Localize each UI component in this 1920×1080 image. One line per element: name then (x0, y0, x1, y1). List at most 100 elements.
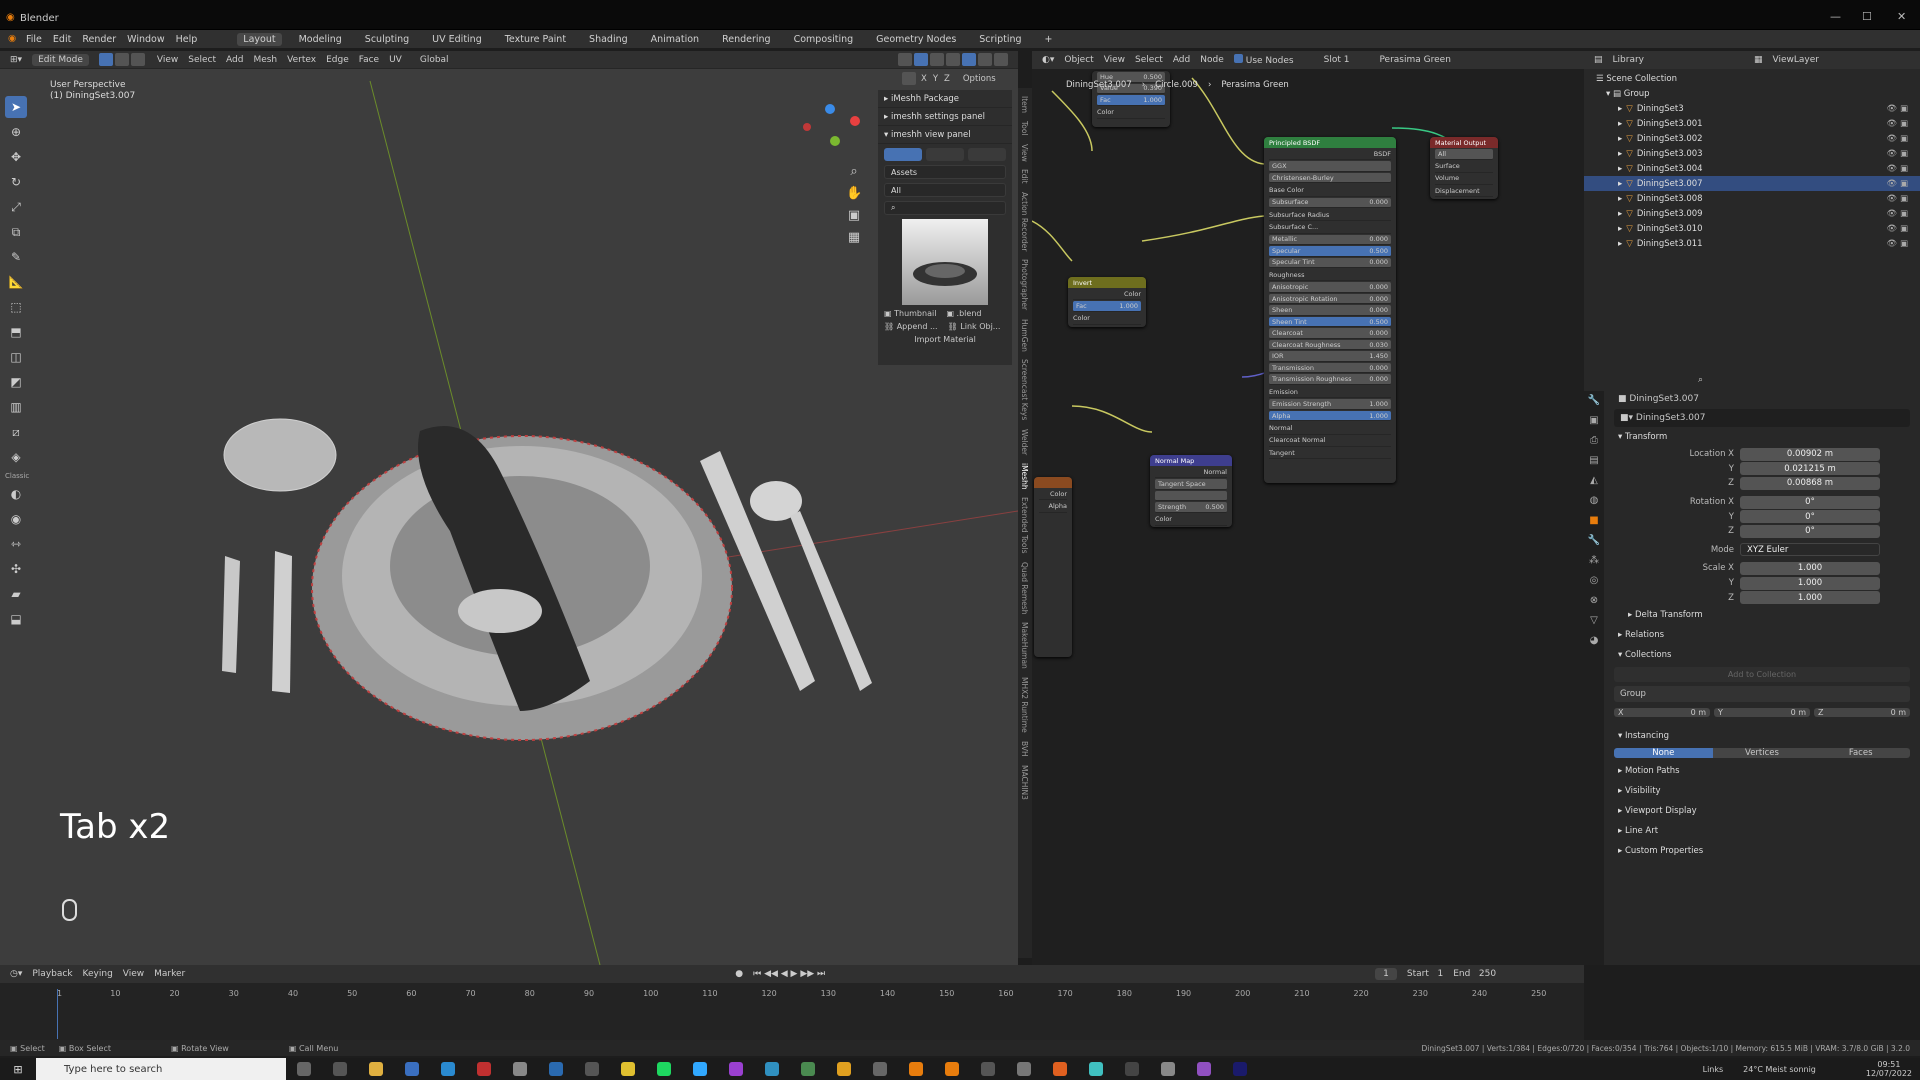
orientation-select[interactable]: Global (420, 55, 449, 65)
asset-search-input[interactable]: ⌕ (884, 201, 1006, 215)
shading-render-icon[interactable] (994, 53, 1008, 66)
overlay-toggle-icon[interactable] (914, 53, 928, 66)
scale-z-field[interactable]: 1.000 (1740, 591, 1880, 605)
outliner-item[interactable]: ▸ ▽ DiningSet3.003 👁 ▣ (1584, 146, 1920, 161)
bsdf-input-row[interactable]: Specular 0.500 (1269, 246, 1391, 257)
invert-node[interactable]: Invert Color Fac 1.000 Color (1068, 277, 1146, 327)
breadcrumb-material[interactable]: Perasima Green (1221, 80, 1288, 90)
rotate-tool-icon[interactable]: ↻ (5, 171, 27, 193)
bsdf-input-row[interactable]: IOR 1.450 (1269, 351, 1391, 362)
axis-y-toggle[interactable]: Y (933, 74, 938, 84)
visibility-eye-icon[interactable]: 👁 ▣ (1886, 194, 1908, 204)
grid-icon[interactable]: ▦ (846, 227, 862, 249)
unreal-icon[interactable] (1017, 1062, 1031, 1076)
pdf-icon[interactable] (477, 1062, 491, 1076)
blender-taskbar-icon[interactable] (909, 1062, 923, 1076)
face-select-icon[interactable] (130, 53, 145, 66)
measure-tool-icon[interactable]: 📐 (5, 271, 27, 293)
tab-machin3[interactable]: MACHIN3 (1020, 765, 1029, 800)
scene-collection-row[interactable]: ☰ Scene Collection (1584, 71, 1920, 86)
loopcut-tool-icon[interactable]: ▥ (5, 396, 27, 418)
axis-x-toggle[interactable]: X (921, 74, 927, 84)
subsurface-method-dropdown[interactable]: Christensen-Burley (1269, 172, 1391, 184)
models-tab-icon[interactable] (884, 148, 922, 161)
cortana-icon[interactable] (297, 1062, 311, 1076)
tab-screencast-keys[interactable]: Screencast Keys (1020, 359, 1029, 420)
menu-edge[interactable]: Edge (326, 55, 349, 65)
location-x-field[interactable]: 0.00902 m (1740, 447, 1880, 461)
obs-icon[interactable] (1197, 1062, 1211, 1076)
principled-bsdf-node[interactable]: Principled BSDF BSDF GGX Christensen-Bur… (1264, 137, 1396, 483)
render-props-icon[interactable]: ▣ (1584, 411, 1604, 431)
tab-geometry-nodes[interactable]: Geometry Nodes (870, 33, 962, 46)
pan-hand-icon[interactable]: ✋ (846, 183, 862, 205)
app-icon-4[interactable] (765, 1062, 779, 1076)
menu-uv[interactable]: UV (389, 55, 402, 65)
visibility-eye-icon[interactable]: 👁 ▣ (1886, 164, 1908, 174)
timeline-view-menu[interactable]: View (123, 969, 144, 979)
principled-bsdf-header[interactable]: Principled BSDF (1264, 137, 1396, 148)
blend-button[interactable]: ▣ .blend (946, 309, 981, 318)
uv-map-field[interactable] (1155, 490, 1227, 502)
menu-face[interactable]: Face (359, 55, 379, 65)
tab-action-recorder[interactable]: Action Recorder (1020, 192, 1029, 251)
tab-extended-tools[interactable]: Extended Tools (1020, 497, 1029, 553)
physics-props-icon[interactable]: ◎ (1584, 571, 1604, 591)
tab-edit[interactable]: Edit (1020, 169, 1029, 184)
normal-map-header[interactable]: Normal Map (1150, 455, 1232, 466)
current-frame-field[interactable]: 1 (1375, 968, 1397, 980)
clock[interactable]: 09:51 12/07/2022 (1866, 1060, 1912, 1078)
scale-tool-icon[interactable]: ⤢ (5, 196, 27, 218)
tab-photographer[interactable]: Photographer (1020, 259, 1029, 310)
delta-transform-section[interactable]: ▸ Delta Transform (1608, 605, 1916, 625)
data-props-icon[interactable]: ▽ (1584, 611, 1604, 631)
app-icon-7[interactable] (873, 1062, 887, 1076)
strength-field[interactable]: Strength 0.500 (1155, 502, 1227, 513)
shrink-tool-icon[interactable]: ✣ (5, 558, 27, 580)
tab-texture-paint[interactable]: Texture Paint (499, 33, 572, 46)
app-icon-2[interactable] (585, 1062, 599, 1076)
tab-view[interactable]: View (1020, 144, 1029, 162)
menu-view[interactable]: View (157, 55, 178, 65)
image-texture-header[interactable] (1034, 477, 1072, 488)
bsdf-input-row[interactable]: Subsurface 0.000 (1269, 197, 1391, 209)
thumbnail-button[interactable]: ▣ Thumbnail (884, 309, 936, 318)
playback-controls[interactable]: ⏮ ◀◀ ◀ ▶ ▶▶ ⏭ (753, 969, 825, 979)
world-props-icon[interactable]: ◍ (1584, 491, 1604, 511)
visibility-eye-icon[interactable]: 👁 ▣ (1886, 104, 1908, 114)
breadcrumb-mesh[interactable]: Circle.009 (1155, 80, 1198, 90)
add-cube-tool-icon[interactable]: ⬚ (5, 296, 27, 318)
imeshh-package-header[interactable]: ▸ iMeshh Package (878, 90, 1012, 108)
vlc-icon[interactable] (1053, 1062, 1067, 1076)
tab-rendering[interactable]: Rendering (716, 33, 777, 46)
shader-type-select[interactable]: Object (1064, 55, 1093, 65)
mode-select[interactable]: Edit Mode (32, 53, 89, 66)
distribution-dropdown[interactable]: GGX (1269, 161, 1391, 172)
app-icon-9[interactable] (1089, 1062, 1103, 1076)
bsdf-input-row[interactable]: Metallic 0.000 (1269, 234, 1391, 246)
collection-name-field[interactable]: Group (1614, 685, 1910, 702)
library-icon[interactable]: ▤ (1594, 55, 1603, 65)
bsdf-input-row[interactable]: Emission Strength 1.000 (1269, 399, 1391, 410)
blender-menu-icon[interactable]: ◉ (8, 33, 16, 44)
visibility-eye-icon[interactable]: 👁 ▣ (1886, 149, 1908, 159)
object-props-icon[interactable]: ■ (1584, 511, 1604, 531)
add-workspace-button[interactable]: + (1039, 33, 1059, 46)
collection-offset-y[interactable]: Y0 m (1714, 708, 1810, 718)
mail-icon[interactable] (441, 1062, 455, 1076)
app-icon-10[interactable] (1125, 1062, 1139, 1076)
end-frame-field[interactable]: End 250 (1453, 969, 1496, 979)
rotation-y-field[interactable]: 0° (1740, 510, 1880, 524)
location-y-field[interactable]: 0.021215 m (1740, 462, 1880, 476)
tab-imeshh[interactable]: iMeshh (1020, 463, 1029, 490)
3d-viewport[interactable]: User Perspective (1) DiningSet3.007 Tab … (0, 51, 1018, 965)
tab-makehuman[interactable]: MakeHuman (1020, 622, 1029, 669)
assets-dropdown[interactable]: Assets (884, 165, 1006, 179)
xray-toggle-icon[interactable] (930, 53, 944, 66)
tab-layout[interactable]: Layout (237, 32, 282, 46)
bsdf-input-row[interactable]: Sheen 0.000 (1269, 305, 1391, 316)
instancing-vertices-button[interactable]: Vertices (1712, 748, 1812, 759)
viewport-display-section[interactable]: ▸ Viewport Display (1608, 801, 1916, 821)
taskbar-search-input[interactable]: Type here to search (36, 1058, 286, 1080)
app-icon-8[interactable] (981, 1062, 995, 1076)
